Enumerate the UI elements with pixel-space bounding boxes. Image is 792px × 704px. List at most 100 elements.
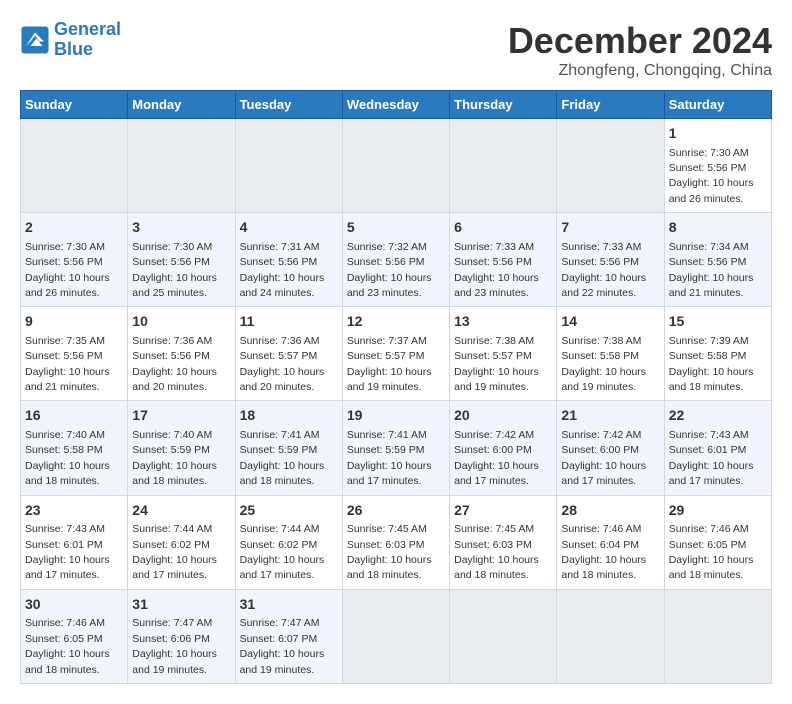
day-info: Sunrise: 7:34 AMSunset: 5:56 PMDaylight:… [669,241,754,299]
day-number: 17 [132,406,230,426]
day-info: Sunrise: 7:33 AMSunset: 5:56 PMDaylight:… [561,241,646,299]
calendar-cell: 1 Sunrise: 7:30 AMSunset: 5:56 PMDaylight… [664,119,771,213]
day-info: Sunrise: 7:36 AMSunset: 5:56 PMDaylight:… [132,335,217,393]
calendar-cell: 4Sunrise: 7:31 AMSunset: 5:56 PMDaylight… [235,213,342,307]
logo-line1: General [54,19,121,39]
calendar-cell: 5 Sunrise: 7:32 AMSunset: 5:56 PMDaylight… [342,213,449,307]
col-sunday: Sunday [21,91,128,119]
day-number: 25 [240,501,338,521]
day-number: 30 [25,595,123,615]
day-info: Sunrise: 7:37 AMSunset: 5:57 PMDaylight:… [347,335,432,393]
calendar-cell [235,119,342,213]
day-info: Sunrise: 7:32 AMSunset: 5:56 PMDaylight:… [347,241,432,299]
day-info: Sunrise: 7:40 AMSunset: 5:59 PMDaylight:… [132,429,217,487]
day-number: 26 [347,501,445,521]
calendar-cell: 17 Sunrise: 7:40 AMSunset: 5:59 PMDayligh… [128,401,235,495]
month-title: December 2024 [508,20,772,62]
day-number: 16 [25,406,123,426]
day-number: 1 [669,124,767,144]
day-info: Sunrise: 7:43 AMSunset: 6:01 PMDaylight:… [669,429,754,487]
day-number: 9 [25,312,123,332]
calendar-cell [450,119,557,213]
calendar-cell: 10 Sunrise: 7:36 AMSunset: 5:56 PMDayligh… [128,307,235,401]
day-info: Sunrise: 7:30 AMSunset: 5:56 PMDaylight:… [669,147,754,205]
day-info: Sunrise: 7:30 AMSunset: 5:56 PMDaylight:… [25,241,110,299]
col-saturday: Saturday [664,91,771,119]
day-number: 12 [347,312,445,332]
calendar-cell: 27Sunrise: 7:45 AMSunset: 6:03 PMDayligh… [450,495,557,589]
calendar-week-row: 23Sunrise: 7:43 AMSunset: 6:01 PMDayligh… [21,495,772,589]
day-info: Sunrise: 7:44 AMSunset: 6:02 PMDaylight:… [240,523,325,581]
calendar-cell [557,589,664,683]
page-header: General Blue December 2024 Zhongfeng, Ch… [20,20,772,80]
calendar-cell: 12 Sunrise: 7:37 AMSunset: 5:57 PMDayligh… [342,307,449,401]
calendar-cell [557,119,664,213]
calendar-cell [342,119,449,213]
calendar-cell: 6 Sunrise: 7:33 AMSunset: 5:56 PMDaylight… [450,213,557,307]
day-number: 8 [669,218,767,238]
calendar-cell: 13 Sunrise: 7:38 AMSunset: 5:57 PMDayligh… [450,307,557,401]
col-wednesday: Wednesday [342,91,449,119]
calendar-cell: 20Sunrise: 7:42 AMSunset: 6:00 PMDayligh… [450,401,557,495]
calendar-cell: 23Sunrise: 7:43 AMSunset: 6:01 PMDayligh… [21,495,128,589]
day-info: Sunrise: 7:42 AMSunset: 6:00 PMDaylight:… [454,429,539,487]
day-number: 23 [25,501,123,521]
day-info: Sunrise: 7:38 AMSunset: 5:57 PMDaylight:… [454,335,539,393]
day-info: Sunrise: 7:36 AMSunset: 5:57 PMDaylight:… [240,335,325,393]
day-info: Sunrise: 7:33 AMSunset: 5:56 PMDaylight:… [454,241,539,299]
day-info: Sunrise: 7:46 AMSunset: 6:04 PMDaylight:… [561,523,646,581]
day-number: 27 [454,501,552,521]
day-info: Sunrise: 7:47 AMSunset: 6:06 PMDaylight:… [132,617,217,675]
day-number: 21 [561,406,659,426]
calendar-cell: 18 Sunrise: 7:41 AMSunset: 5:59 PMDayligh… [235,401,342,495]
title-block: December 2024 Zhongfeng, Chongqing, Chin… [508,20,772,80]
day-info: Sunrise: 7:43 AMSunset: 6:01 PMDaylight:… [25,523,110,581]
calendar-cell: 24Sunrise: 7:44 AMSunset: 6:02 PMDayligh… [128,495,235,589]
calendar-cell: 31Sunrise: 7:47 AMSunset: 6:07 PMDayligh… [235,589,342,683]
location-title: Zhongfeng, Chongqing, China [508,62,772,80]
logo-text: General Blue [54,20,121,60]
col-monday: Monday [128,91,235,119]
calendar-cell: 25Sunrise: 7:44 AMSunset: 6:02 PMDayligh… [235,495,342,589]
day-number: 31 [132,595,230,615]
day-info: Sunrise: 7:46 AMSunset: 6:05 PMDaylight:… [25,617,110,675]
calendar-week-row: 2Sunrise: 7:30 AMSunset: 5:56 PMDaylight… [21,213,772,307]
day-info: Sunrise: 7:47 AMSunset: 6:07 PMDaylight:… [240,617,325,675]
day-number: 15 [669,312,767,332]
calendar-cell [21,119,128,213]
calendar-cell: 19Sunrise: 7:41 AMSunset: 5:59 PMDayligh… [342,401,449,495]
day-info: Sunrise: 7:40 AMSunset: 5:58 PMDaylight:… [25,429,110,487]
day-number: 4 [240,218,338,238]
calendar-cell: 22Sunrise: 7:43 AMSunset: 6:01 PMDayligh… [664,401,771,495]
day-info: Sunrise: 7:46 AMSunset: 6:05 PMDaylight:… [669,523,754,581]
calendar-cell [128,119,235,213]
day-number: 31 [240,595,338,615]
calendar-cell: 14Sunrise: 7:38 AMSunset: 5:58 PMDayligh… [557,307,664,401]
day-number: 13 [454,312,552,332]
calendar-cell: 28Sunrise: 7:46 AMSunset: 6:04 PMDayligh… [557,495,664,589]
day-number: 18 [240,406,338,426]
calendar-week-row: 9 Sunrise: 7:35 AMSunset: 5:56 PMDaylight… [21,307,772,401]
day-number: 28 [561,501,659,521]
calendar-week-row: 1 Sunrise: 7:30 AMSunset: 5:56 PMDaylight… [21,119,772,213]
calendar-cell [342,589,449,683]
day-info: Sunrise: 7:35 AMSunset: 5:56 PMDaylight:… [25,335,110,393]
calendar-cell: 8 Sunrise: 7:34 AMSunset: 5:56 PMDaylight… [664,213,771,307]
logo-icon [20,25,50,55]
day-info: Sunrise: 7:41 AMSunset: 5:59 PMDaylight:… [240,429,325,487]
logo-line2: Blue [54,40,121,60]
calendar-cell [450,589,557,683]
day-info: Sunrise: 7:30 AMSunset: 5:56 PMDaylight:… [132,241,217,299]
col-friday: Friday [557,91,664,119]
day-number: 6 [454,218,552,238]
calendar-cell: 29Sunrise: 7:46 AMSunset: 6:05 PMDayligh… [664,495,771,589]
day-number: 5 [347,218,445,238]
calendar-cell: 2Sunrise: 7:30 AMSunset: 5:56 PMDaylight… [21,213,128,307]
day-info: Sunrise: 7:44 AMSunset: 6:02 PMDaylight:… [132,523,217,581]
day-number: 29 [669,501,767,521]
calendar-cell: 21Sunrise: 7:42 AMSunset: 6:00 PMDayligh… [557,401,664,495]
calendar-table: Sunday Monday Tuesday Wednesday Thursday… [20,90,772,684]
calendar-cell: 11Sunrise: 7:36 AMSunset: 5:57 PMDayligh… [235,307,342,401]
day-number: 10 [132,312,230,332]
day-number: 24 [132,501,230,521]
